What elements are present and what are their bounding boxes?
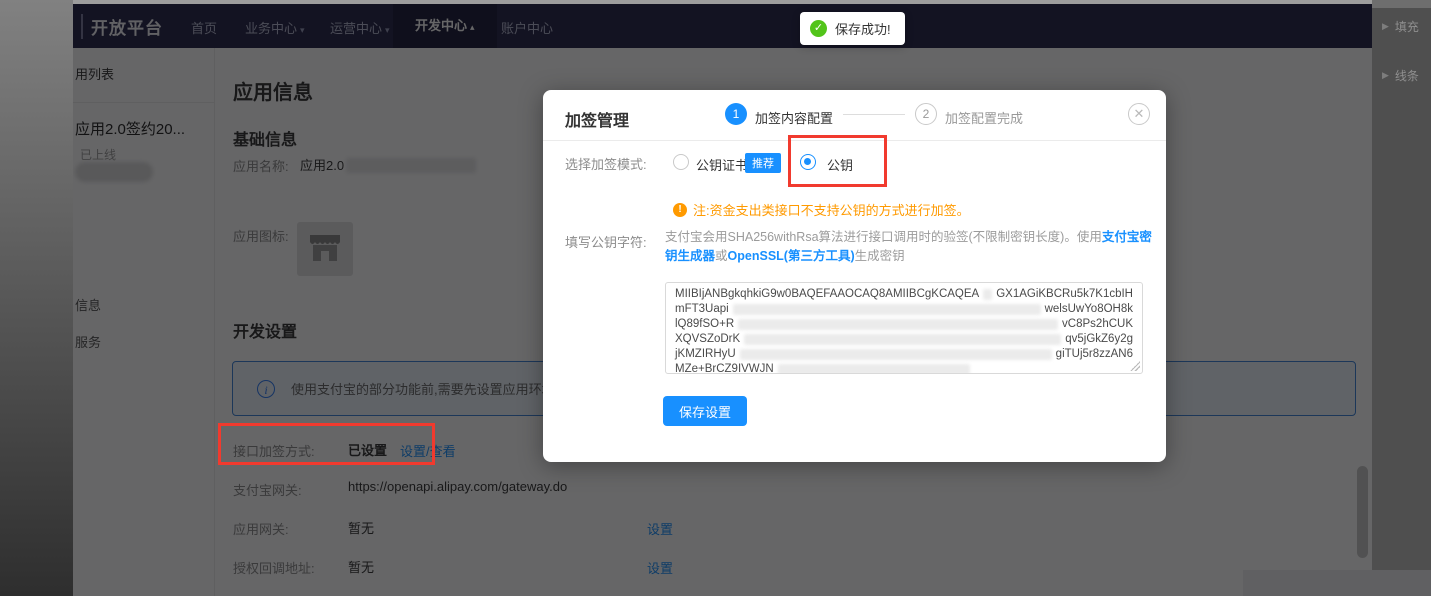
desc-text: 支付宝会用SHA256withRsa算法进行接口调用时的验签(不限制密钥长度)。… — [665, 230, 1102, 244]
annotation-toolbar-fragment — [1243, 570, 1431, 596]
redacted-key-segment — [733, 304, 1041, 315]
step-1-label: 加签内容配置 — [755, 108, 833, 127]
toast-text: 保存成功! — [835, 19, 891, 38]
chevron-right-icon: ▶ — [1382, 21, 1389, 32]
panel-item-label: 填充 — [1395, 18, 1419, 35]
sign-mode-label: 选择加签模式: — [565, 154, 647, 173]
key-line: XQVSZoDrK qv5jGkZ6y2g — [675, 333, 1133, 347]
desc-text: 或 — [715, 249, 728, 263]
key-text: MZe+BrCZ9IVWJN — [675, 363, 774, 374]
option-cert-label[interactable]: 公钥证书 — [696, 155, 748, 174]
key-text: qv5jGkZ6y2g — [1065, 333, 1133, 347]
panel-item-fill[interactable]: ▶ 填充 — [1372, 8, 1431, 35]
panel-item-line[interactable]: ▶ 线条 — [1372, 35, 1431, 84]
key-line: mFT3Uapi welsUwYo8OH8k — [675, 303, 1133, 317]
key-text: mFT3Uapi — [675, 303, 729, 317]
browser-page: 开放平台 首页 业务中心▾ 运营中心▾ 开发中心▴ 账户中心 用列表 应用2.0… — [73, 4, 1372, 596]
modal-title: 加签管理 — [565, 107, 629, 131]
desktop-left-strip — [0, 0, 73, 596]
key-line: MZe+BrCZ9IVWJN — [675, 363, 1133, 374]
check-circle-icon: ✓ — [810, 20, 827, 37]
key-text: vC8Ps2hCUK — [1062, 318, 1133, 332]
chevron-right-icon: ▶ — [1382, 70, 1389, 81]
redacted-key-segment — [738, 319, 1058, 330]
save-success-toast: ✓ 保存成功! — [800, 12, 905, 45]
public-key-textarea[interactable]: MIIBIjANBgkqhkiG9w0BAQEFAAOCAQ8AMIIBCgKC… — [665, 282, 1143, 374]
desc-text: 生成密钥 — [855, 249, 905, 263]
step-2-circle: 2 — [915, 103, 937, 125]
key-text: MIIBIjANBgkqhkiG9w0BAQEFAAOCAQ8AMIIBCgKC… — [675, 288, 979, 302]
recommend-badge: 推荐 — [745, 153, 781, 173]
openssl-link[interactable]: OpenSSL(第三方工具) — [728, 249, 855, 263]
resize-handle-icon[interactable] — [1130, 361, 1140, 371]
redacted-key-segment — [778, 364, 970, 374]
save-settings-button[interactable]: 保存设置 — [663, 396, 747, 426]
redacted-key-segment — [983, 289, 992, 300]
redacted-key-segment — [744, 334, 1061, 345]
step-2-label: 加签配置完成 — [945, 108, 1023, 127]
note-text: 注:资金支出类接口不支持公钥的方式进行加签。 — [693, 200, 970, 219]
public-key-description: 支付宝会用SHA256withRsa算法进行接口调用时的验签(不限制密钥长度)。… — [665, 228, 1153, 266]
radio-public-key-cert[interactable] — [673, 154, 689, 170]
annotation-box-sign-mode-row — [218, 423, 435, 465]
panel-item-label: 线条 — [1395, 67, 1419, 84]
key-text: XQVSZoDrK — [675, 333, 740, 347]
annotation-tool-panel: ▶ 填充 ▶ 线条 — [1372, 0, 1431, 596]
key-text: lQ89fSO+R — [675, 318, 734, 332]
key-text: GX1AGiKBCRu5k7K1cbIH — [996, 288, 1133, 302]
redacted-key-segment — [740, 349, 1052, 360]
public-key-label: 填写公钥字符: — [565, 232, 647, 251]
close-icon[interactable]: ✕ — [1128, 103, 1150, 125]
key-line: lQ89fSO+R vC8Ps2hCUK — [675, 318, 1133, 332]
key-text: welsUwYo8OH8k — [1045, 303, 1133, 317]
screen: ▶ 填充 ▶ 线条 开放平台 首页 业务中心▾ 运营中心▾ 开发中心▴ — [0, 0, 1431, 596]
exclamation-circle-icon: ! — [673, 203, 687, 217]
key-line: MIIBIjANBgkqhkiG9w0BAQEFAAOCAQ8AMIIBCgKC… — [675, 288, 1133, 302]
step-1-circle: 1 — [725, 103, 747, 125]
key-line: jKMZIRHyU giTUj5r8zzAN6 — [675, 348, 1133, 362]
panel-top-sliver — [1372, 0, 1431, 8]
key-text: giTUj5r8zzAN6 — [1056, 348, 1133, 362]
warning-note: ! 注:资金支出类接口不支持公钥的方式进行加签。 — [673, 200, 970, 219]
key-text: jKMZIRHyU — [675, 348, 736, 362]
annotation-box-public-key — [788, 135, 887, 187]
step-connector-line — [843, 114, 905, 115]
